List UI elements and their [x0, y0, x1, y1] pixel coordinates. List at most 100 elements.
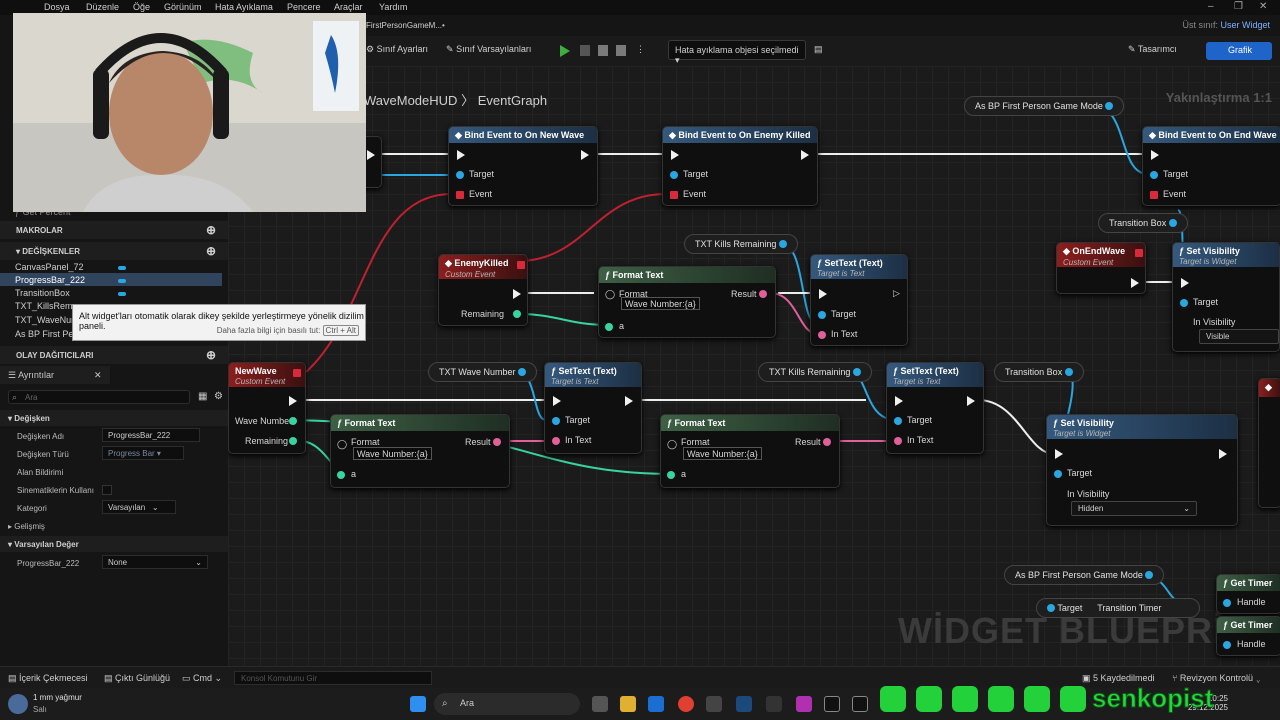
- target-pin[interactable]: [1047, 604, 1055, 612]
- dispatchers-section[interactable]: OLAY DAĞITICILARI ⊕: [0, 346, 228, 364]
- asset-tab[interactable]: FirstPersonGameM...•: [366, 21, 445, 30]
- chrome-icon[interactable]: [678, 696, 694, 712]
- macros-section[interactable]: MAKROLAR ⊕: [0, 221, 228, 239]
- target-pin[interactable]: [670, 171, 678, 179]
- as-bp-var-node[interactable]: As BP First Person Game Mode: [964, 96, 1125, 116]
- taskbar-search[interactable]: Ara: [434, 693, 580, 715]
- target-pin[interactable]: [456, 171, 464, 179]
- variable-type-select[interactable]: Progress Bar ▾: [102, 446, 184, 460]
- advanced-category[interactable]: ▸ Gelişmiş: [8, 522, 45, 531]
- target-pin[interactable]: [552, 417, 560, 425]
- menu-view[interactable]: Görünüm: [164, 2, 202, 12]
- txt-kills-var-node-2[interactable]: TXT Kills Remaining: [758, 362, 872, 382]
- bind-enemy-killed-node[interactable]: ◆ Bind Event to On Enemy Killed Target E…: [662, 126, 818, 206]
- exec-out-pin[interactable]: [801, 150, 809, 160]
- result-pin[interactable]: [493, 438, 501, 446]
- exec-out-pin[interactable]: [367, 150, 375, 160]
- variable-name-input[interactable]: ProgressBar_222: [102, 428, 200, 442]
- close-icon[interactable]: ✕: [1259, 1, 1267, 12]
- add-variable-icon[interactable]: ⊕: [206, 244, 216, 258]
- visibility-select[interactable]: Visible: [1199, 329, 1279, 344]
- unreal-icon-2[interactable]: [852, 696, 868, 712]
- exec-out-pin[interactable]: [967, 396, 975, 406]
- txt-wave-pin[interactable]: [518, 368, 527, 376]
- app-icon-2[interactable]: [796, 696, 812, 712]
- format-value-input[interactable]: Wave Number:{a}: [683, 447, 762, 460]
- settext-node[interactable]: ƒ SetText (Text) Target is Text ▷ Target …: [810, 254, 908, 346]
- parent-class-value[interactable]: User Widget: [1220, 20, 1270, 30]
- transition-box-var-node-2[interactable]: Transition Box: [994, 362, 1084, 382]
- class-settings-button[interactable]: ⚙ Sınıf Ayarları: [366, 44, 428, 55]
- event-pin[interactable]: [456, 191, 464, 199]
- as-bp-pin[interactable]: [1105, 102, 1114, 110]
- exec-in-pin[interactable]: [1151, 150, 1159, 160]
- details-search-input[interactable]: Ara: [8, 390, 190, 404]
- maximize-icon[interactable]: ❐: [1234, 1, 1243, 12]
- details-tab[interactable]: ☰ Ayrıntılar ✕: [0, 366, 110, 384]
- delegate-pin[interactable]: [517, 261, 525, 269]
- close-tab-icon[interactable]: ✕: [94, 370, 102, 381]
- result-pin[interactable]: [823, 438, 831, 446]
- transition-box-var-node[interactable]: Transition Box: [1098, 213, 1188, 233]
- task-view-icon[interactable]: [592, 696, 608, 712]
- unreal-icon[interactable]: [824, 696, 840, 712]
- app-icon[interactable]: [706, 696, 722, 712]
- exec-in-pin[interactable]: [1181, 278, 1189, 288]
- minimize-icon[interactable]: –: [1208, 1, 1214, 12]
- stop-icon[interactable]: [598, 45, 608, 56]
- exec-in-pin[interactable]: [553, 396, 561, 406]
- more-icon[interactable]: ⋮: [636, 44, 645, 55]
- in-text-pin[interactable]: [894, 437, 902, 445]
- format-text-node-3[interactable]: ƒ Format Text ◯ Format Wave Number:{a} R…: [660, 414, 840, 488]
- as-bp-pin-2[interactable]: [1145, 571, 1154, 579]
- a-pin[interactable]: [605, 323, 613, 331]
- table-view-icon[interactable]: ▦: [198, 391, 207, 402]
- transition-timer-var-node[interactable]: Target Transition Timer: [1036, 598, 1200, 618]
- variable-item[interactable]: TXT_KillsRem...: [15, 301, 80, 311]
- as-bp-var-node-2[interactable]: As BP First Person Game Mode: [1004, 565, 1165, 585]
- menu-debug[interactable]: Hata Ayıklama: [215, 2, 273, 12]
- set-visibility-node[interactable]: ƒ Set Visibility Target is Widget Target …: [1172, 242, 1280, 352]
- content-drawer-button[interactable]: ▤ İçerik Çekmecesi: [8, 673, 88, 684]
- wave-number-pin[interactable]: [289, 417, 297, 425]
- event-graph[interactable]: WaveModeHUD 〉 EventGraph Yakınlaştırma 1…: [228, 66, 1280, 666]
- graph-button[interactable]: Grafik: [1206, 42, 1272, 60]
- menu-asset[interactable]: Öğe: [133, 2, 150, 12]
- epic-games-icon[interactable]: [766, 696, 782, 712]
- remaining-pin[interactable]: [289, 437, 297, 445]
- exec-out-pin[interactable]: [513, 289, 521, 299]
- delegate-pin[interactable]: [293, 369, 301, 377]
- event-pin[interactable]: [670, 191, 678, 199]
- menu-file[interactable]: Dosya: [44, 2, 70, 12]
- menu-help[interactable]: Yardım: [379, 2, 407, 12]
- steam-icon[interactable]: [736, 696, 752, 712]
- menu-window[interactable]: Pencere: [287, 2, 321, 12]
- exec-out-pin[interactable]: [1131, 278, 1139, 288]
- on-end-wave-event-node[interactable]: ◆ OnEndWave Custom Event: [1056, 242, 1146, 294]
- settext-node-3[interactable]: ƒ SetText (Text) Target is Text Target In…: [886, 362, 984, 454]
- cmd-select[interactable]: ▭ Cmd ⌄: [182, 673, 222, 684]
- variables-section[interactable]: ▾ DEĞİŞKENLER ⊕: [0, 242, 228, 260]
- set-visibility-node-2[interactable]: ƒ Set Visibility Target is Widget Target …: [1046, 414, 1238, 526]
- handle-pin[interactable]: [1223, 641, 1231, 649]
- gear-icon[interactable]: ⚙: [214, 391, 223, 402]
- play-icon[interactable]: [560, 45, 570, 57]
- format-pin[interactable]: ◯: [605, 289, 615, 300]
- console-input[interactable]: Konsol Komutunu Gir: [234, 671, 432, 685]
- revision-control-button[interactable]: ⑂ Revizyon Kontrolü ⌄: [1172, 673, 1261, 683]
- mail-icon[interactable]: [648, 696, 664, 712]
- cinematic-checkbox[interactable]: [102, 485, 112, 495]
- variable-category[interactable]: ▾ Değişken: [0, 410, 228, 426]
- get-timer-node-2[interactable]: ƒ Get Timer Handle: [1216, 616, 1280, 656]
- frame-icon[interactable]: [616, 45, 626, 56]
- variable-item[interactable]: TransitionBox: [15, 288, 70, 298]
- transition-box-pin-2[interactable]: [1064, 368, 1073, 376]
- format-value-input[interactable]: Wave Number:{a}: [353, 447, 432, 460]
- output-log-button[interactable]: ▤ Çıktı Günlüğü: [104, 673, 170, 684]
- result-pin[interactable]: [759, 290, 767, 298]
- format-value-input[interactable]: Wave Number:{a}: [621, 297, 700, 310]
- default-value-select[interactable]: None ⌄: [102, 555, 208, 569]
- graph-node-partial-right[interactable]: ◆: [1258, 378, 1280, 508]
- weather-icon[interactable]: [8, 694, 28, 714]
- exec-out-pin[interactable]: [1219, 449, 1227, 459]
